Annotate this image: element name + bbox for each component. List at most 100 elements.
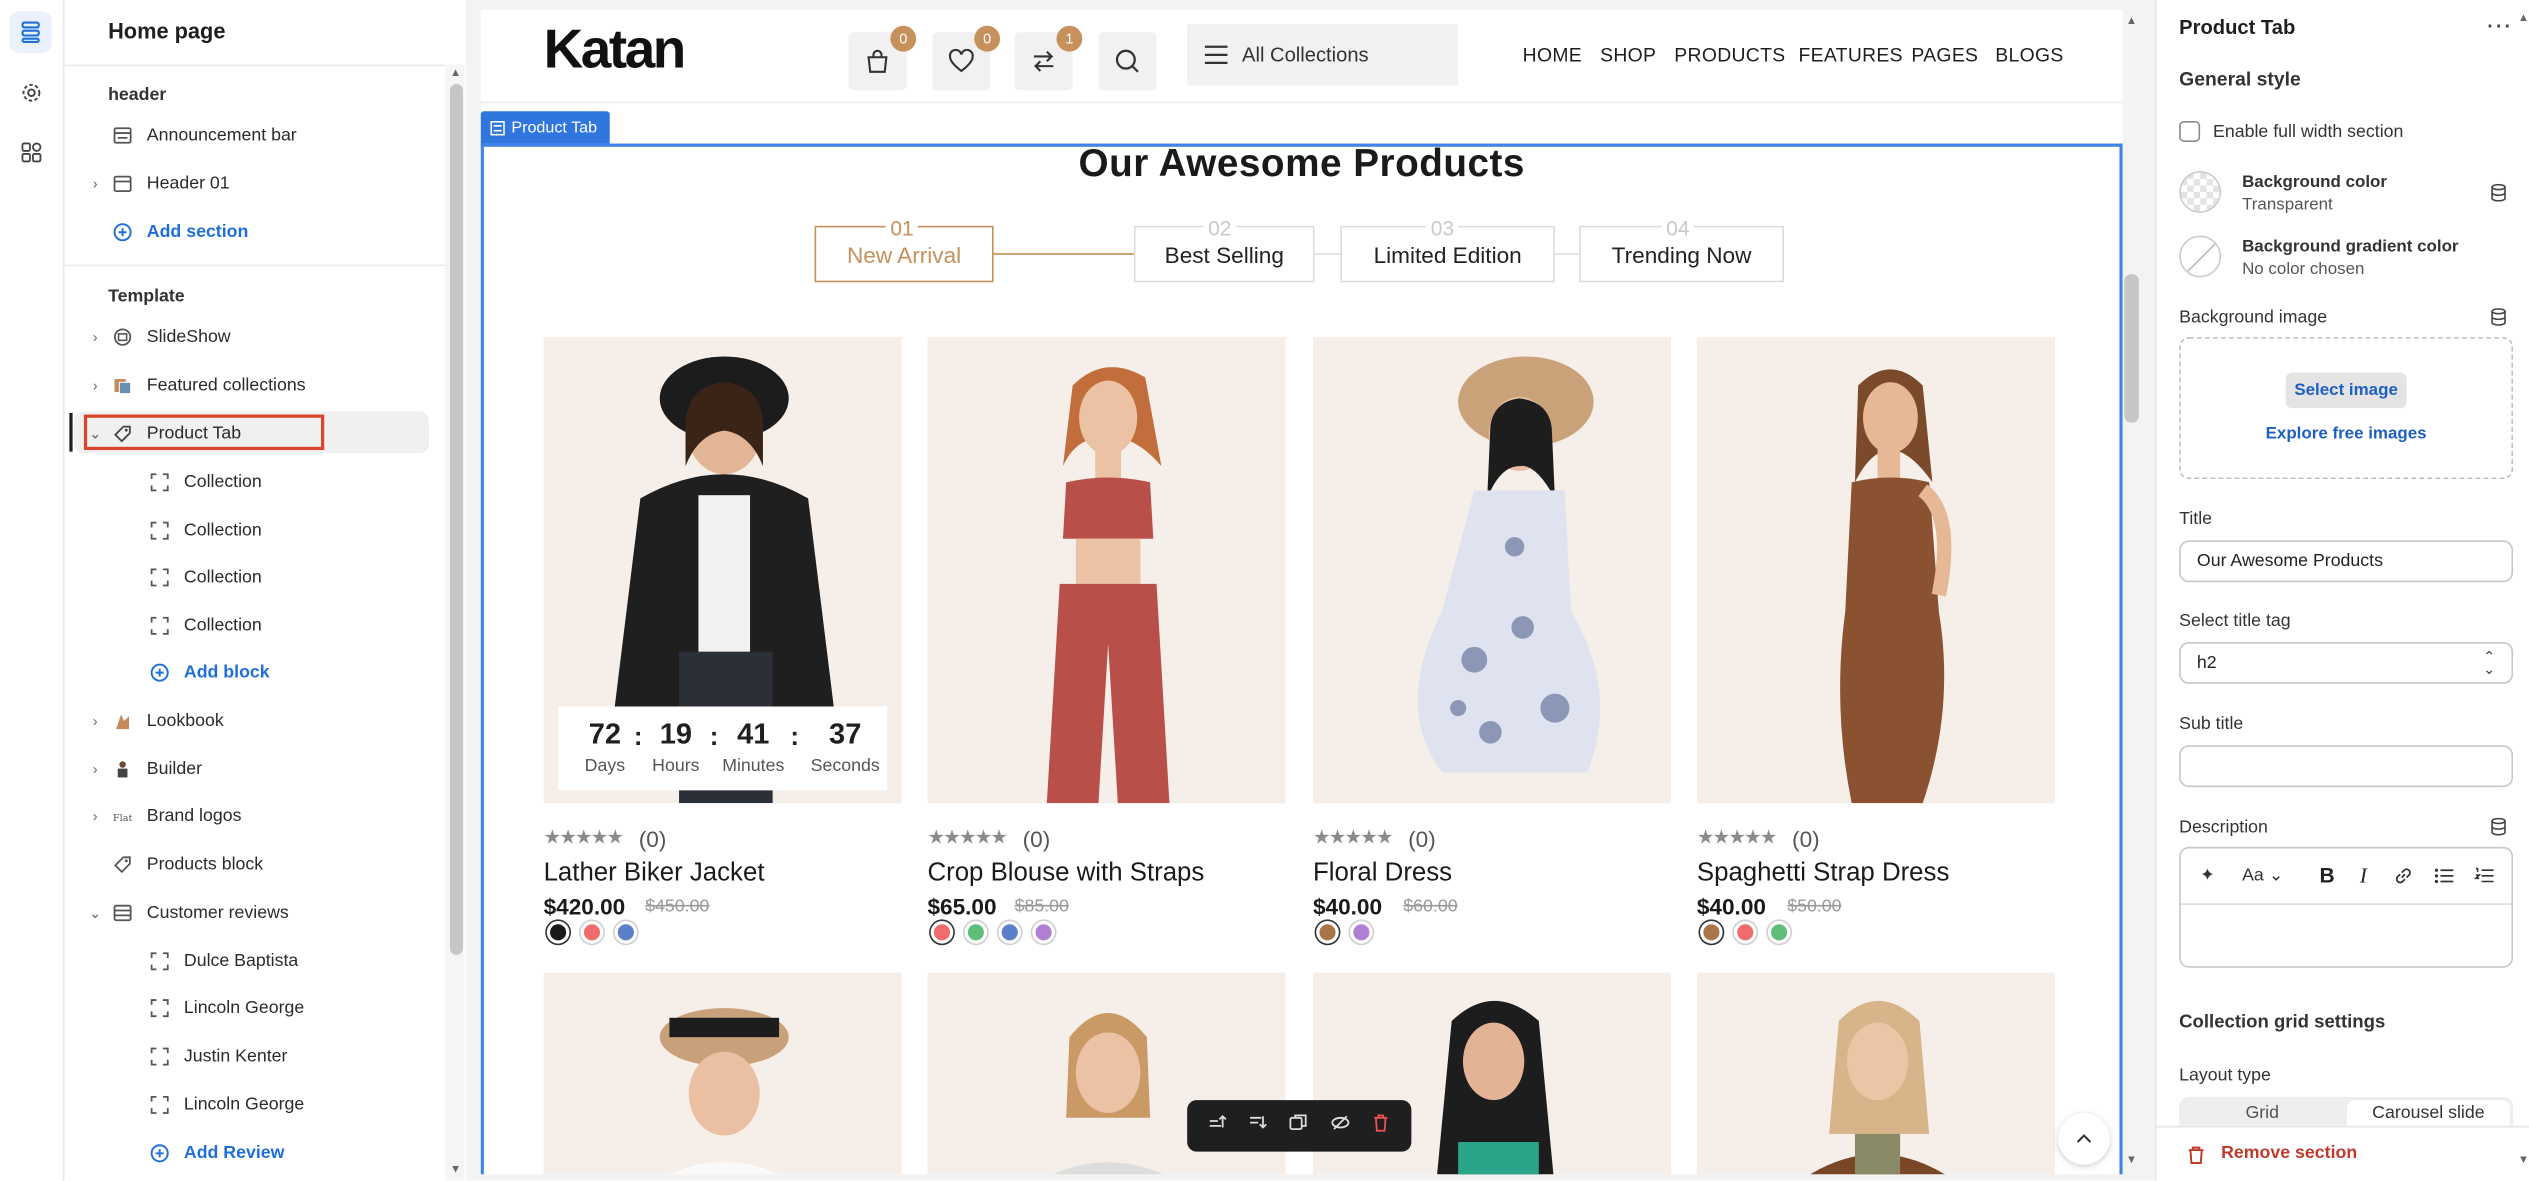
subtitle-input[interactable] — [2179, 745, 2514, 788]
add-review-button[interactable]: Add Review — [65, 1132, 446, 1174]
remove-section-button[interactable]: Remove section — [2221, 1144, 2357, 1163]
product-image[interactable] — [543, 972, 902, 1175]
chevron-down-icon[interactable]: ⌄ — [87, 425, 103, 442]
product-image[interactable] — [927, 337, 1286, 804]
dynamic-source-icon[interactable] — [2490, 308, 2506, 326]
color-swatch[interactable] — [1350, 921, 1373, 944]
layout-option-grid[interactable]: Grid — [2179, 1103, 2345, 1122]
section-tag[interactable]: Product Tab — [480, 111, 611, 144]
store-logo[interactable]: Katan — [544, 19, 687, 82]
more-options-icon[interactable]: ⋯ — [2486, 10, 2513, 42]
section-item-customer-reviews[interactable]: ⌄ Customer reviews — [65, 892, 446, 934]
title-tag-select[interactable]: h2 ⌃ ⌄ — [2179, 641, 2514, 684]
bold-icon[interactable]: B — [2319, 863, 2334, 887]
preview-scroll-up-icon[interactable]: ▲ — [2126, 16, 2137, 27]
ai-sparkle-icon[interactable]: ✦ — [2200, 865, 2215, 885]
section-item-slideshow[interactable]: › SlideShow — [65, 316, 446, 358]
chevron-right-icon[interactable]: › — [87, 713, 103, 729]
color-swatch[interactable] — [964, 921, 988, 944]
chevron-right-icon[interactable]: › — [87, 761, 103, 777]
block-item-collection[interactable]: Collection — [65, 510, 446, 552]
back-to-top-button[interactable] — [2058, 1112, 2110, 1165]
color-swatch[interactable] — [580, 921, 604, 944]
link-icon[interactable] — [2394, 865, 2413, 894]
search-button[interactable] — [1098, 32, 1157, 91]
product-image[interactable] — [1696, 337, 2055, 804]
color-swatch[interactable] — [1700, 921, 1723, 944]
color-swatch[interactable] — [1733, 921, 1757, 944]
dynamic-source-icon[interactable] — [2490, 183, 2506, 202]
panel-scroll-down-icon[interactable]: ▼ — [2518, 1155, 2529, 1166]
all-collections-menu[interactable]: All Collections — [1187, 24, 1459, 86]
product-name[interactable]: Floral Dress — [1313, 860, 1452, 889]
apps-icon[interactable] — [10, 131, 52, 173]
section-item-announcement-bar[interactable]: Announcement bar — [65, 115, 446, 157]
background-color-swatch[interactable] — [2179, 170, 2222, 213]
duplicate-icon[interactable] — [1290, 1111, 1309, 1140]
nav-home-link[interactable]: HOME — [1523, 44, 1582, 67]
chevron-right-icon[interactable]: › — [87, 329, 103, 345]
full-width-checkbox[interactable] — [2179, 120, 2201, 142]
move-down-icon[interactable] — [1249, 1111, 1268, 1140]
scroll-down-arrow-icon[interactable]: ▼ — [450, 1165, 461, 1176]
hide-eye-icon[interactable] — [1330, 1111, 1350, 1140]
preview-scrollbar-thumb[interactable] — [2124, 274, 2139, 423]
scroll-up-arrow-icon[interactable]: ▲ — [450, 68, 461, 79]
product-name[interactable]: Crop Blouse with Straps — [927, 860, 1204, 889]
block-item-collection[interactable]: Collection — [65, 461, 446, 503]
chevron-right-icon[interactable]: › — [87, 808, 103, 824]
delete-trash-icon[interactable] — [1371, 1111, 1390, 1140]
bullet-list-icon[interactable] — [2434, 865, 2454, 894]
add-block-button[interactable]: Add block — [65, 652, 446, 694]
select-image-button[interactable]: Select image — [2285, 372, 2407, 409]
nav-shop-link[interactable]: SHOP — [1600, 44, 1656, 67]
block-item-collection[interactable]: Collection — [65, 605, 446, 647]
nav-features-link[interactable]: FEATURES — [1798, 44, 1902, 67]
color-swatch[interactable] — [1316, 921, 1339, 944]
nav-products-link[interactable]: PRODUCTS — [1674, 44, 1785, 67]
block-item-review[interactable]: Justin Kenter — [65, 1036, 446, 1078]
color-swatch[interactable] — [930, 921, 954, 944]
cart-button[interactable]: 0 — [848, 25, 917, 91]
block-item-collection[interactable]: Collection — [65, 556, 446, 598]
product-name[interactable]: Spaghetti Strap Dress — [1697, 860, 1949, 889]
layout-option-carousel[interactable]: Carousel slide — [2347, 1103, 2510, 1122]
compare-button[interactable]: 1 — [1014, 25, 1083, 91]
title-input[interactable]: Our Awesome Products — [2179, 540, 2514, 583]
product-image[interactable] — [1696, 972, 2055, 1175]
product-name[interactable]: Lather Biker Jacket — [544, 860, 765, 889]
wishlist-button[interactable]: 0 — [932, 25, 1001, 91]
section-item-lookbook[interactable]: › Lookbook — [65, 700, 446, 742]
section-item-products-block[interactable]: Products block — [65, 844, 446, 886]
panel-scroll-up-icon[interactable]: ▲ — [2518, 13, 2529, 24]
move-up-icon[interactable] — [1208, 1111, 1227, 1140]
section-item-featured-collections[interactable]: › Featured collections — [65, 365, 446, 407]
sections-icon[interactable] — [9, 11, 52, 54]
gradient-color-swatch[interactable] — [2179, 235, 2222, 278]
color-swatch[interactable] — [614, 921, 638, 944]
color-swatch[interactable] — [1032, 921, 1055, 944]
color-swatch[interactable] — [1767, 921, 1791, 944]
sections-scrollbar-thumb[interactable] — [450, 83, 463, 955]
block-item-review[interactable]: Dulce Baptista — [65, 940, 446, 982]
block-item-review[interactable]: Lincoln George — [65, 987, 446, 1029]
chevron-right-icon[interactable]: › — [87, 176, 103, 192]
nav-blogs-link[interactable]: BLOGS — [1995, 44, 2063, 67]
product-image[interactable] — [1312, 337, 1672, 804]
nav-pages-link[interactable]: PAGES — [1911, 44, 1978, 67]
italic-icon[interactable]: I — [2360, 863, 2367, 889]
product-image[interactable]: 72 Days : 19 Hours : 41 Minutes : 37 Sec… — [543, 337, 902, 804]
section-item-brand-logos[interactable]: › Flat Brand logos — [65, 795, 446, 837]
chevron-down-icon[interactable]: ⌄ — [87, 904, 103, 921]
block-item-review[interactable]: Lincoln George — [65, 1084, 446, 1126]
color-swatch[interactable] — [546, 921, 570, 944]
color-swatch[interactable] — [998, 921, 1022, 944]
preview-scroll-down-icon[interactable]: ▼ — [2126, 1155, 2137, 1166]
section-item-builder[interactable]: › Builder — [65, 748, 446, 790]
chevron-right-icon[interactable]: › — [87, 377, 103, 393]
numbered-list-icon[interactable] — [2474, 865, 2494, 894]
settings-gear-icon[interactable] — [10, 71, 52, 113]
dynamic-source-icon[interactable] — [2490, 817, 2506, 836]
section-item-header-01[interactable]: › Header 01 — [65, 163, 446, 205]
section-item-product-tab[interactable]: ⌄ Product Tab — [65, 413, 446, 455]
